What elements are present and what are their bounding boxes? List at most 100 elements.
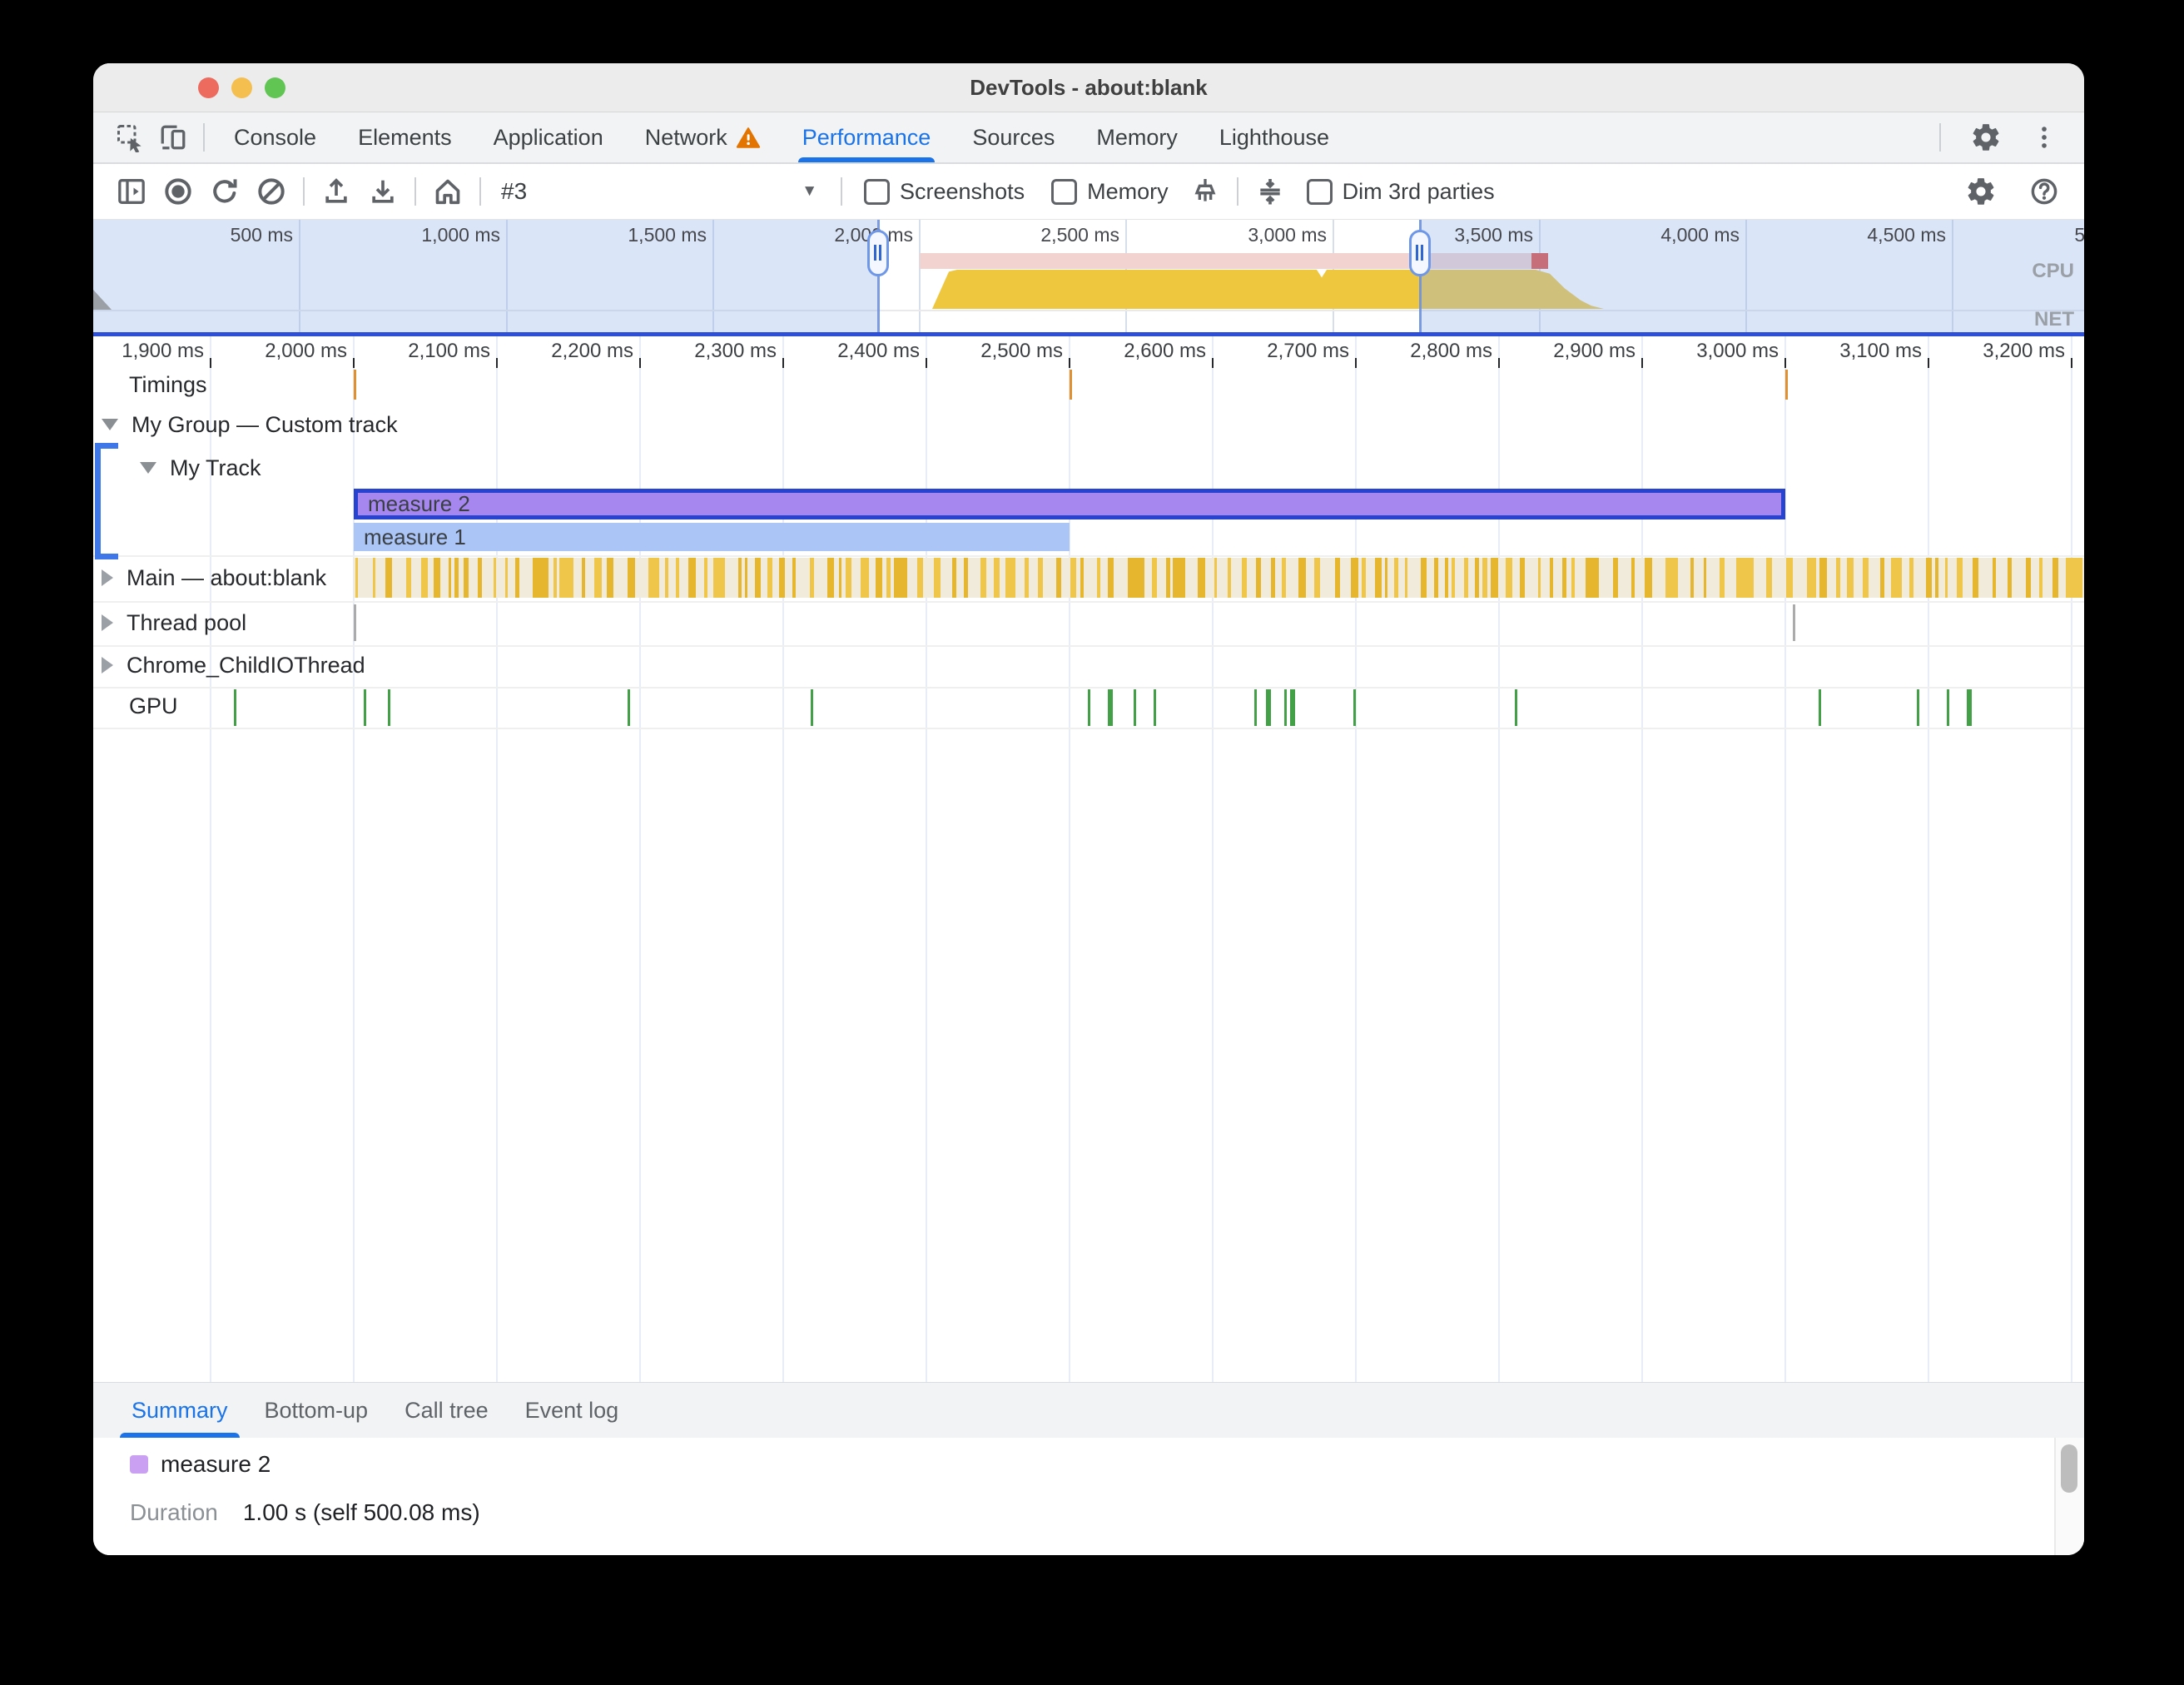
track-header-main[interactable]: Main — about:blank — [102, 561, 326, 594]
zoom-button[interactable] — [265, 77, 285, 98]
tab-lighthouse[interactable]: Lighthouse — [1199, 112, 1350, 162]
gpu-event[interactable] — [364, 689, 366, 726]
summary-legend: measure 2 — [130, 1451, 271, 1478]
task-stripe — [1463, 558, 1469, 598]
ruler-label: 2,600 ms — [1124, 340, 1206, 362]
gpu-event[interactable] — [628, 689, 630, 726]
history-select[interactable]: #3 ▼ — [489, 178, 832, 205]
toggle-sidebar-button[interactable] — [108, 168, 155, 215]
track-header-my-track[interactable]: My Track — [140, 451, 261, 485]
task-stripe — [838, 558, 841, 598]
bottom-tab-summary[interactable]: Summary — [113, 1383, 246, 1438]
tab-label: Network — [644, 124, 727, 150]
task-stripe — [1151, 558, 1157, 598]
gpu-event[interactable] — [1819, 689, 1821, 726]
timing-mark[interactable] — [1070, 370, 1072, 400]
more-options-button[interactable] — [2023, 123, 2066, 152]
timeline-main-view[interactable]: Timings My Group — Custom track My Track… — [93, 336, 2084, 1382]
collect-garbage-button[interactable] — [1182, 168, 1228, 215]
help-icon — [2031, 178, 2057, 205]
record-and-reload-button[interactable] — [201, 168, 248, 215]
task-stripe — [1374, 558, 1382, 598]
task-stripe — [1080, 558, 1085, 598]
bottom-tab-event-log[interactable]: Event log — [507, 1383, 638, 1438]
save-profile-button[interactable] — [360, 168, 406, 215]
tab-elements[interactable]: Elements — [337, 112, 473, 162]
task-stripe — [1385, 558, 1388, 598]
dim-3rd-parties-checkbox[interactable]: Dim 3rd parties — [1306, 178, 1495, 205]
measure-bar[interactable]: measure 1 — [354, 523, 1070, 551]
track-label-timings[interactable]: Timings — [129, 368, 207, 401]
gpu-event[interactable] — [1088, 689, 1090, 726]
summary-duration-row: Duration 1.00 s (self 500.08 ms) — [130, 1499, 480, 1526]
track-label-gpu[interactable]: GPU — [129, 689, 178, 723]
thread-pool-event[interactable] — [1793, 604, 1795, 641]
tab-performance[interactable]: Performance — [782, 112, 952, 162]
divider — [841, 177, 842, 206]
task-stripe — [1862, 558, 1869, 598]
chevron-right-icon — [102, 614, 113, 631]
gpu-event[interactable] — [1284, 689, 1287, 726]
collapse-sections-button[interactable] — [1247, 168, 1293, 215]
measure-bar[interactable]: measure 2 — [354, 489, 1785, 519]
track-header-thread-pool[interactable]: Thread pool — [102, 606, 246, 639]
settings-button[interactable] — [1964, 122, 2008, 153]
checkbox-box — [864, 178, 890, 205]
inspect-element-button[interactable] — [108, 112, 151, 162]
help-button[interactable] — [2021, 168, 2067, 215]
track-label-text: My Group — Custom track — [132, 411, 398, 437]
gpu-event[interactable] — [1917, 689, 1919, 726]
record-button[interactable] — [155, 168, 201, 215]
gpu-event[interactable] — [1254, 689, 1257, 726]
main-thread-activity[interactable] — [354, 558, 2084, 598]
gpu-event[interactable] — [1290, 689, 1295, 726]
gpu-event[interactable] — [388, 689, 390, 726]
track-header-child-io[interactable]: Chrome_ChildIOThread — [102, 649, 365, 682]
gpu-event[interactable] — [1154, 689, 1156, 726]
gpu-event[interactable] — [1947, 689, 1949, 726]
window-left-handle[interactable] — [867, 230, 889, 276]
live-metrics-button[interactable] — [424, 168, 471, 215]
memory-checkbox[interactable]: Memory — [1051, 178, 1169, 205]
measure-label: measure 2 — [368, 491, 470, 516]
duration-value: 1.00 s (self 500.08 ms) — [242, 1499, 480, 1525]
timing-mark[interactable] — [1785, 370, 1788, 400]
capture-settings-button[interactable] — [1958, 168, 2004, 215]
ruler-label: 3,000 ms — [1696, 340, 1779, 362]
tab-memory[interactable]: Memory — [1075, 112, 1199, 162]
bottom-tab-bottom-up[interactable]: Bottom-up — [246, 1383, 387, 1438]
gpu-event[interactable] — [234, 689, 236, 726]
load-profile-button[interactable] — [313, 168, 360, 215]
gear-icon — [1973, 124, 1999, 151]
timeline-overview[interactable]: CPU NET 500 ms 1,000 ms 1,500 ms 2,000 ms 2,… — [93, 220, 2084, 332]
tab-application[interactable]: Application — [473, 112, 624, 162]
scrollbar-thumb[interactable] — [2061, 1444, 2077, 1493]
net-track-label: NET — [2034, 308, 2074, 331]
close-button[interactable] — [198, 77, 219, 98]
gpu-event[interactable] — [1134, 689, 1136, 726]
thread-pool-event[interactable] — [354, 604, 356, 641]
tab-network[interactable]: Network — [624, 112, 782, 162]
screenshots-checkbox[interactable]: Screenshots — [864, 178, 1025, 205]
window-right-handle[interactable] — [1409, 230, 1431, 276]
task-stripe — [1520, 558, 1525, 598]
gpu-event[interactable] — [1108, 689, 1113, 726]
download-icon — [372, 180, 394, 203]
minimize-button[interactable] — [231, 77, 252, 98]
tab-sources[interactable]: Sources — [951, 112, 1075, 162]
gpu-event[interactable] — [1967, 689, 1972, 726]
tab-console[interactable]: Console — [213, 112, 337, 162]
gpu-event[interactable] — [1353, 689, 1356, 726]
task-stripe — [894, 558, 907, 598]
clear-button[interactable] — [248, 168, 295, 215]
gpu-event[interactable] — [811, 689, 813, 726]
tab-label: Memory — [1096, 124, 1178, 150]
gpu-event[interactable] — [1515, 689, 1517, 726]
device-toolbar-button[interactable] — [151, 112, 195, 162]
timing-mark[interactable] — [354, 370, 356, 400]
measure-color-swatch — [130, 1455, 148, 1474]
task-stripe — [607, 558, 614, 598]
gpu-event[interactable] — [1266, 689, 1271, 726]
track-header-my-group[interactable]: My Group — Custom track — [102, 408, 398, 441]
bottom-tab-call-tree[interactable]: Call tree — [386, 1383, 507, 1438]
